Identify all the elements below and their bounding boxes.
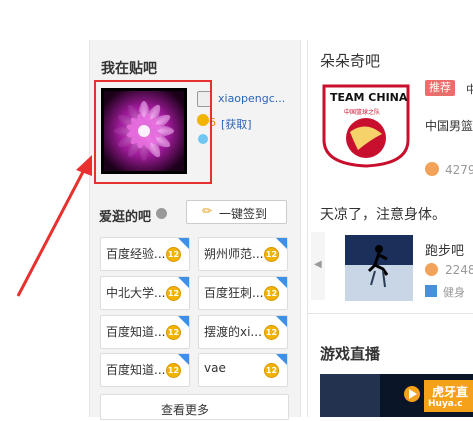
- running-forum-thumbnail[interactable]: [345, 235, 413, 301]
- forum-tile[interactable]: 朔州师范... 12: [198, 237, 288, 271]
- signed-corner-icon: [178, 277, 189, 288]
- signed-corner-icon: [276, 354, 287, 365]
- gear-icon[interactable]: [156, 208, 167, 219]
- get-points-link[interactable]: [获取]: [221, 116, 252, 132]
- annotation-arrow: [16, 155, 92, 297]
- forum-tile-name: 中北大学...: [106, 286, 166, 300]
- divider: [307, 313, 473, 314]
- username-link[interactable]: xiaopengc...: [218, 92, 285, 105]
- forum-tile[interactable]: 百度经验... 12: [100, 237, 190, 271]
- signed-corner-icon: [178, 316, 189, 327]
- level-badge: 12: [264, 286, 279, 301]
- forum-tile-name: 百度知道...: [106, 363, 166, 377]
- level-badge: 12: [166, 363, 181, 378]
- member-icon: [425, 263, 438, 276]
- signed-corner-icon: [178, 354, 189, 365]
- team-logo-subtitle: 中国篮球之队: [344, 109, 381, 116]
- carousel-prev-button[interactable]: ◀: [311, 232, 325, 300]
- recommend-badge: 推荐: [425, 80, 455, 96]
- forum-tile-name: 百度狂刺...: [204, 286, 264, 300]
- badge-trailing-text: 中: [466, 83, 473, 96]
- signed-corner-icon: [276, 238, 287, 249]
- level-badge: 12: [166, 325, 181, 340]
- level-badge: 12: [264, 247, 279, 262]
- live-section-title: 游戏直播: [320, 345, 381, 363]
- huya-title: 虎牙直: [432, 385, 469, 399]
- team-china-logo[interactable]: TEAM CHINA 中国篮球之队: [320, 80, 412, 168]
- forum-tile-name: 摆渡的xi...: [204, 325, 262, 339]
- checkin-button[interactable]: ✏ 一键签到: [186, 200, 287, 224]
- signed-corner-icon: [276, 277, 287, 288]
- post-text[interactable]: 天凉了，注意身体。: [320, 204, 446, 224]
- checkin-label: 一键签到: [219, 207, 268, 221]
- forum-tile-name: 朔州师范...: [204, 247, 264, 261]
- forum-tile[interactable]: 中北大学... 12: [100, 276, 190, 310]
- signed-corner-icon: [276, 316, 287, 327]
- level-badge: 12: [264, 363, 279, 378]
- forum-tile-name: 百度经验...: [106, 247, 166, 261]
- forum-tile[interactable]: 摆渡的xi... 12: [198, 315, 288, 349]
- forum-title[interactable]: 朵朵奇吧: [320, 50, 380, 71]
- forum-tile[interactable]: 百度知道... 12: [100, 315, 190, 349]
- see-more-label: 查看更多: [161, 403, 210, 417]
- pencil-icon: ✏: [202, 204, 213, 218]
- member-icon: [425, 162, 439, 176]
- forum-description: 中国男篮: [425, 119, 473, 133]
- running-member-count: 2248: [445, 263, 473, 277]
- forum-tile-name: 百度知道...: [106, 325, 166, 339]
- forum-tile[interactable]: 百度知道... 12: [100, 353, 190, 387]
- level-badge: 12: [166, 286, 181, 301]
- huya-domain: Huya.c: [428, 399, 463, 409]
- tag-icon: [425, 285, 437, 297]
- forum-tile-name: vae: [204, 361, 226, 375]
- level-badge: 12: [264, 325, 279, 340]
- forum-tile[interactable]: 百度狂刺... 12: [198, 276, 288, 310]
- running-tag: 健身: [443, 286, 465, 299]
- forum-tile[interactable]: vae 12: [198, 353, 288, 387]
- team-logo-title: TEAM CHINA: [330, 91, 408, 104]
- runner-image: [345, 235, 413, 301]
- member-count: 4279: [445, 163, 473, 177]
- huya-live-banner[interactable]: 虎牙直 Huya.c: [320, 374, 473, 417]
- see-more-button[interactable]: 查看更多: [100, 394, 289, 420]
- liked-forums-title: 爱逛的吧: [99, 210, 152, 225]
- level-badge: 12: [166, 247, 181, 262]
- running-forum-name[interactable]: 跑步吧: [425, 240, 464, 259]
- signed-corner-icon: [178, 238, 189, 249]
- chevron-left-icon: ◀: [314, 259, 322, 270]
